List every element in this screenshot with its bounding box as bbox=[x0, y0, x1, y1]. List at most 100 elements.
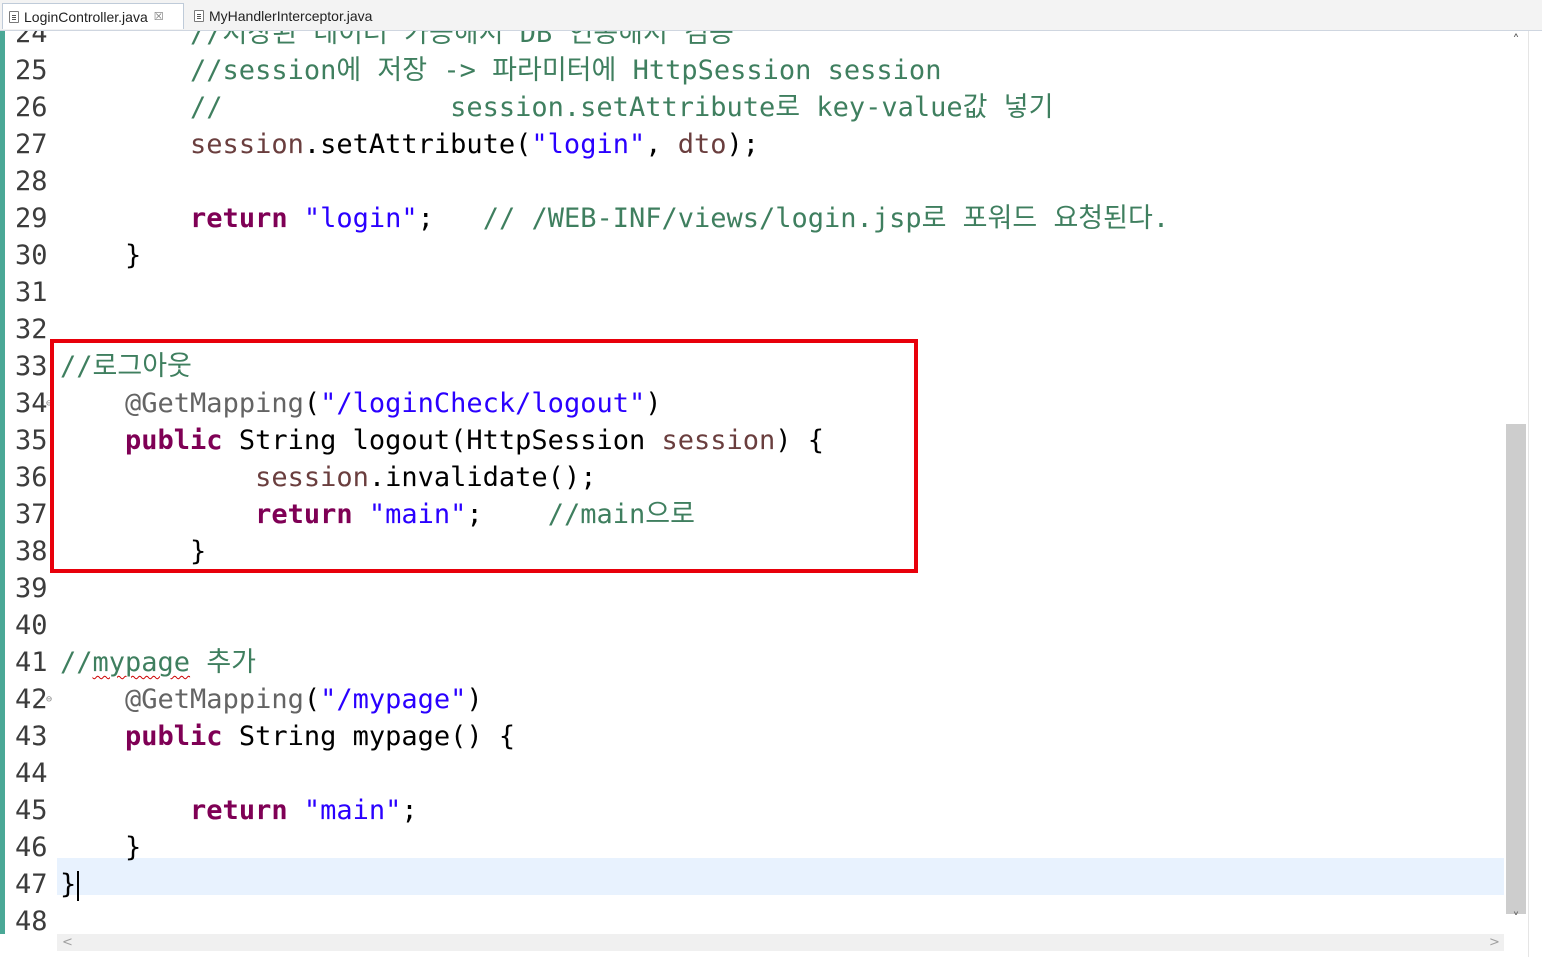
line-number: 43 bbox=[15, 721, 48, 752]
scroll-up-arrow-icon[interactable]: ˄ bbox=[1504, 33, 1528, 49]
scroll-right-arrow-icon[interactable]: > bbox=[1489, 934, 1500, 951]
code-line[interactable]: 26 // session.setAttribute로 key-value값 넣… bbox=[0, 89, 1504, 126]
code-token: dto bbox=[677, 129, 727, 160]
vertical-scrollbar[interactable]: ˄ ˅ bbox=[1504, 31, 1528, 934]
line-number: 44 bbox=[15, 758, 48, 789]
overview-ruler bbox=[1528, 31, 1542, 957]
code-token: } bbox=[60, 869, 77, 900]
scroll-down-arrow-icon[interactable]: ˅ bbox=[1504, 911, 1528, 927]
tab-label: LoginController.java bbox=[24, 8, 148, 25]
line-number: 46 bbox=[15, 832, 48, 863]
line-number: 28 bbox=[15, 166, 48, 197]
code-token: "login" bbox=[303, 203, 418, 234]
horizontal-scrollbar[interactable]: < > bbox=[57, 934, 1504, 951]
tab-login-controller[interactable]: LoginController.java ☒ bbox=[2, 3, 184, 29]
code-text: //저장된 데이터 가공해서 DB 연동해서 검증 bbox=[60, 31, 734, 52]
line-number: 45 bbox=[15, 795, 48, 826]
code-line[interactable]: 31 bbox=[0, 274, 1504, 311]
code-token: ( bbox=[303, 684, 321, 715]
code-line[interactable]: 40 bbox=[0, 607, 1504, 644]
code-editor[interactable]: 24 //저장된 데이터 가공해서 DB 연동해서 검증 25 //session… bbox=[0, 31, 1504, 934]
line-number: 26 bbox=[15, 92, 48, 123]
line-number: 36 bbox=[15, 462, 48, 493]
code-text: // session.setAttribute로 key-value값 넣기 bbox=[60, 89, 1053, 126]
code-token: } bbox=[60, 832, 142, 863]
code-line[interactable]: 44 bbox=[0, 755, 1504, 792]
code-token: ); bbox=[726, 129, 760, 160]
code-token: } bbox=[60, 240, 142, 271]
code-token: return bbox=[190, 795, 288, 826]
code-text: } bbox=[60, 237, 141, 274]
line-number: 25 bbox=[15, 55, 48, 86]
line-number: 24 bbox=[15, 31, 48, 49]
code-token: 추가 bbox=[190, 647, 256, 678]
line-number: 30 bbox=[15, 240, 48, 271]
code-token: return bbox=[190, 203, 288, 234]
code-token: ; bbox=[401, 795, 418, 826]
line-number: 29 bbox=[15, 203, 48, 234]
code-line[interactable]: 41 //mypage 추가 bbox=[0, 644, 1504, 681]
code-line[interactable]: 39 bbox=[0, 570, 1504, 607]
code-token: @GetMapping bbox=[125, 684, 304, 715]
code-text: } bbox=[60, 829, 141, 866]
code-line[interactable]: 28 bbox=[0, 163, 1504, 200]
tab-label: MyHandlerInterceptor.java bbox=[209, 8, 373, 24]
code-text: return "login"; // /WEB-INF/views/login.… bbox=[60, 200, 1169, 237]
line-number: 35 bbox=[15, 425, 48, 456]
code-line[interactable]: 42 ⊖ @GetMapping("/mypage") bbox=[0, 681, 1504, 718]
code-token: //session에 저장 -> 파라미터에 HttpSession sessi… bbox=[60, 55, 942, 86]
code-line[interactable]: 43 public String mypage() { bbox=[0, 718, 1504, 755]
code-token: //저장된 데이터 가공해서 DB 연동해서 검증 bbox=[60, 31, 734, 49]
code-line[interactable]: 45 return "main"; bbox=[0, 792, 1504, 829]
logout-highlight-box bbox=[50, 339, 918, 573]
text-caret bbox=[77, 870, 80, 901]
line-number: 47 bbox=[15, 869, 48, 900]
code-token: public bbox=[125, 721, 223, 752]
code-token: // /WEB-INF/views/login.jsp로 포워드 요청된다. bbox=[482, 203, 1170, 234]
code-token: .setAttribute( bbox=[303, 129, 532, 160]
code-line[interactable]: 46 } bbox=[0, 829, 1504, 866]
code-token: "main" bbox=[303, 795, 402, 826]
line-number: 27 bbox=[15, 129, 48, 160]
line-number: 33 bbox=[15, 351, 48, 382]
code-text: public String mypage() { bbox=[60, 718, 515, 755]
code-token: ) bbox=[466, 684, 483, 715]
fold-toggle-icon[interactable]: ⊖ bbox=[46, 681, 52, 718]
code-line[interactable]: 30 } bbox=[0, 237, 1504, 274]
tab-my-handler-interceptor[interactable]: MyHandlerInterceptor.java bbox=[188, 3, 398, 29]
code-line[interactable]: 27 session.setAttribute("login", dto); bbox=[0, 126, 1504, 163]
code-line[interactable]: 24 //저장된 데이터 가공해서 DB 연동해서 검증 bbox=[0, 31, 1504, 52]
code-text: //mypage 추가 bbox=[60, 644, 256, 681]
code-text: //session에 저장 -> 파라미터에 HttpSession sessi… bbox=[60, 52, 941, 89]
line-number: 31 bbox=[15, 277, 48, 308]
line-number: 32 bbox=[15, 314, 48, 345]
code-token: ; bbox=[417, 203, 483, 234]
code-token: // bbox=[60, 647, 93, 678]
line-number: 38 bbox=[15, 536, 48, 567]
line-number: 41 bbox=[15, 647, 48, 678]
code-text: } bbox=[60, 866, 80, 903]
code-token: String mypage() { bbox=[222, 721, 516, 752]
code-token: mypage bbox=[92, 647, 191, 678]
close-icon[interactable]: ☒ bbox=[154, 4, 164, 30]
line-number: 37 bbox=[15, 499, 48, 530]
scroll-thumb[interactable] bbox=[1506, 424, 1526, 914]
java-file-icon bbox=[194, 10, 204, 22]
code-text: return "main"; bbox=[60, 792, 418, 829]
code-line[interactable]: 48 bbox=[0, 903, 1504, 934]
scroll-left-arrow-icon[interactable]: < bbox=[62, 934, 73, 951]
code-line[interactable]: 47} bbox=[0, 866, 1504, 903]
line-number: 40 bbox=[15, 610, 48, 641]
code-token: "login" bbox=[531, 129, 646, 160]
java-file-icon bbox=[9, 10, 19, 23]
code-line[interactable]: 25 //session에 저장 -> 파라미터에 HttpSession se… bbox=[0, 52, 1504, 89]
code-line[interactable]: 29 return "login"; // /WEB-INF/views/log… bbox=[0, 200, 1504, 237]
line-number: 48 bbox=[15, 906, 48, 934]
